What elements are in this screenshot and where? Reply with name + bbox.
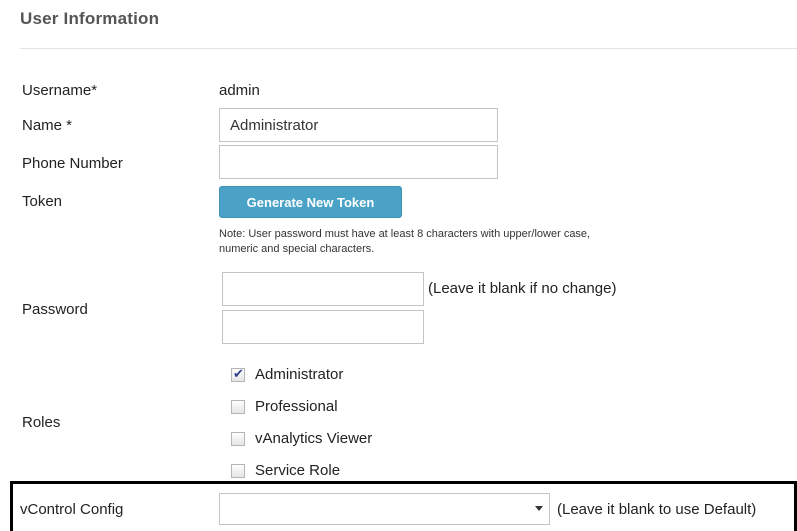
phone-label: Phone Number (22, 155, 123, 172)
role-option-professional[interactable]: Professional (231, 398, 338, 415)
password-hint: (Leave it blank if no change) (428, 280, 617, 297)
confirm-password-input[interactable] (222, 310, 424, 344)
section-title: User Information (20, 9, 160, 28)
vcontrol-config-hint: (Leave it blank to use Default) (557, 501, 757, 518)
name-input[interactable] (219, 108, 498, 142)
service-role-checkbox[interactable] (231, 463, 245, 478)
vcontrol-config-label: vControl Config (20, 501, 124, 518)
role-option-administrator[interactable]: ✔ Administrator (231, 366, 343, 383)
vanalytics-viewer-checkbox[interactable] (231, 431, 245, 446)
role-label: vAnalytics Viewer (255, 430, 373, 447)
professional-checkbox[interactable] (231, 399, 245, 414)
vcontrol-config-select[interactable] (219, 493, 550, 525)
checkmark-icon: ✔ (233, 365, 244, 381)
administrator-checkbox[interactable]: ✔ (231, 365, 245, 382)
token-label: Token (22, 193, 63, 210)
role-label: Service Role (255, 462, 341, 479)
section-divider (20, 48, 797, 49)
password-note: Note: User password must have at least 8… (219, 228, 591, 255)
role-option-service-role[interactable]: Service Role (231, 462, 340, 479)
password-input[interactable] (222, 272, 424, 306)
role-label: Professional (255, 398, 338, 415)
phone-input[interactable] (219, 145, 498, 179)
role-option-vanalytics-viewer[interactable]: vAnalytics Viewer (231, 430, 372, 447)
role-label: Administrator (255, 366, 344, 383)
username-label: Username* (22, 82, 98, 99)
chevron-down-icon (535, 506, 543, 511)
password-label: Password (22, 301, 88, 318)
roles-label: Roles (22, 414, 61, 431)
name-label: Name * (22, 117, 73, 134)
generate-token-button[interactable]: Generate New Token (219, 186, 402, 218)
username-value: admin (219, 82, 260, 99)
